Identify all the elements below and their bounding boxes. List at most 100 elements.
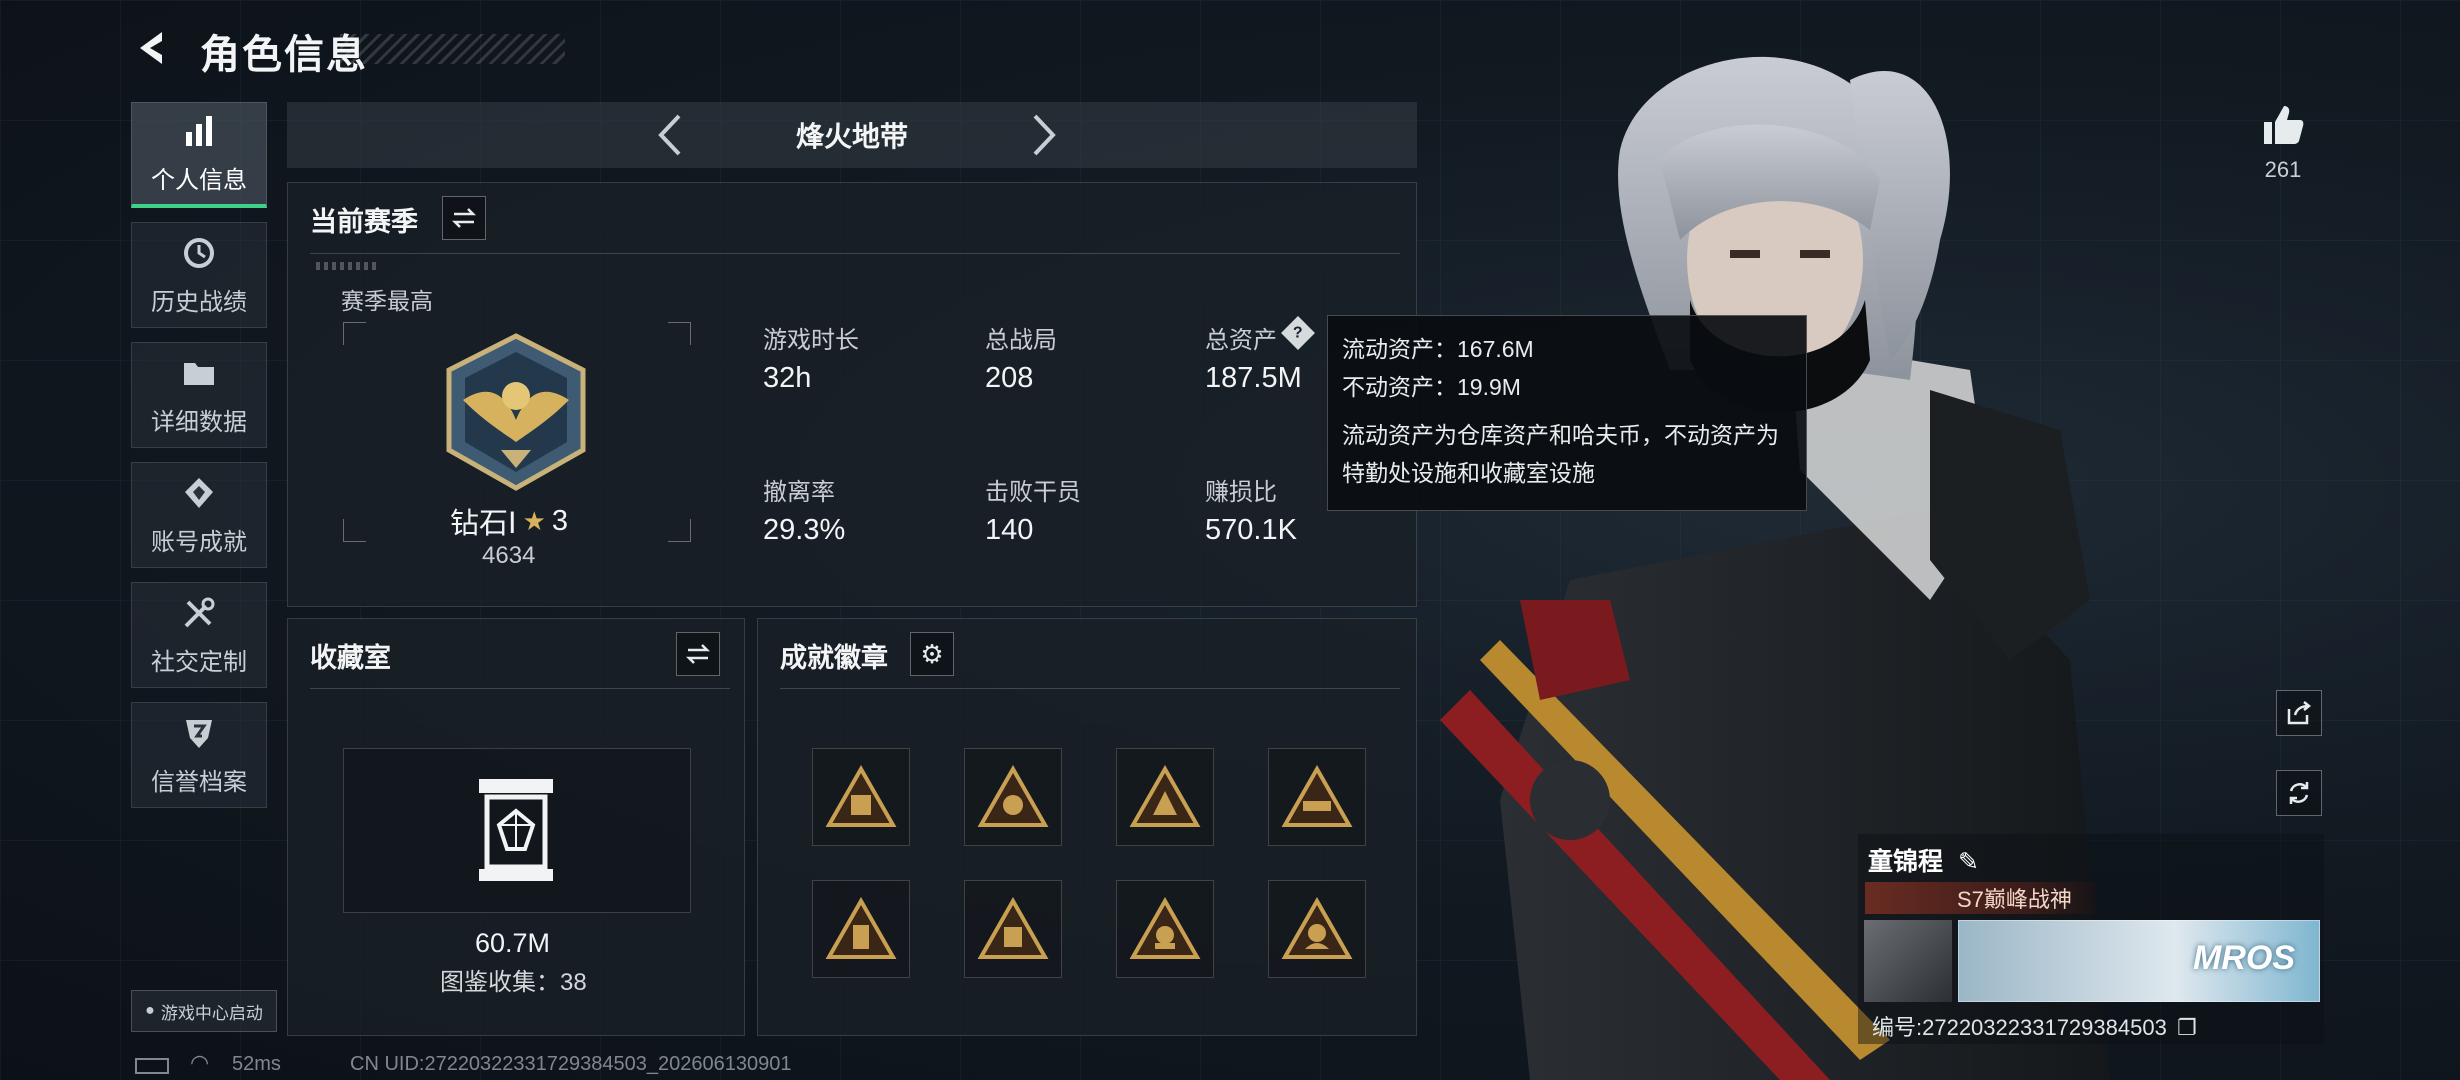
nav-item-label: 个人信息	[151, 167, 247, 194]
mode-selector: 烽火地带	[287, 102, 1417, 168]
nav-item-label: 账号成就	[151, 528, 247, 556]
vault-icon	[479, 779, 553, 881]
swap-icon	[685, 644, 711, 664]
badge-triangle-icon	[977, 897, 1049, 959]
nav-item-label: 社交定制	[151, 648, 247, 676]
player-name-text: 童锦程	[1868, 848, 1944, 876]
uid-text: CN UID:272203223317293845​03_20260613090…	[350, 1053, 792, 1075]
badges-divider	[780, 688, 1400, 689]
swap-icon	[451, 208, 477, 228]
player-title-badge: S7巅峰战神	[1865, 882, 2095, 914]
chevron-left-icon[interactable]	[647, 110, 697, 160]
stat-value-kills: 140	[985, 514, 1034, 546]
launch-label: 游戏中心启动	[160, 1003, 263, 1023]
divider-marks	[316, 262, 376, 270]
nav-item-label: 信誉档案	[151, 768, 247, 796]
achievement-badge[interactable]	[1268, 748, 1366, 846]
name-card-logo: MROS	[2193, 939, 2295, 977]
battery-icon	[135, 1058, 169, 1074]
diamond-rank-emblem-icon	[446, 333, 586, 491]
collection-count: 图鉴收集：38	[440, 969, 587, 996]
bar-chart-icon	[186, 116, 212, 146]
badge-triangle-icon	[1281, 897, 1353, 959]
title-decoration	[340, 34, 565, 64]
season-divider	[310, 253, 1400, 254]
achievement-badge[interactable]	[1116, 880, 1214, 978]
achievement-badge[interactable]	[812, 748, 910, 846]
nav-item-details[interactable]: 详细数据	[131, 342, 267, 448]
achievement-badge[interactable]	[1116, 748, 1214, 846]
achievement-badge[interactable]	[964, 880, 1062, 978]
edit-icon[interactable]: ✎	[1958, 848, 1979, 876]
gear-icon: ⚙	[920, 638, 944, 669]
name-card[interactable]: MROS	[1958, 920, 2320, 1002]
back-arrow-icon[interactable]	[132, 26, 176, 70]
share-button[interactable]	[2276, 690, 2322, 736]
share-icon	[2287, 701, 2312, 725]
stat-label-matches: 总战局	[985, 327, 1057, 354]
stat-value-profit-ratio: 570.1K	[1205, 514, 1297, 546]
refresh-button[interactable]	[2276, 770, 2322, 816]
card-row: MROS	[1864, 920, 2322, 1002]
stat-label-total-assets: 总资产	[1205, 327, 1277, 354]
stat-value-playtime: 32h	[763, 362, 812, 394]
history-icon	[184, 237, 214, 268]
achievement-badge[interactable]	[964, 748, 1062, 846]
wifi-icon: ◠	[190, 1050, 210, 1075]
mode-name: 烽火地带	[795, 121, 908, 152]
rank-name: 钻石Ⅰ	[450, 508, 517, 540]
collection-title: 收藏室	[310, 643, 391, 673]
copy-icon[interactable]: ❐	[2177, 1015, 2197, 1040]
nav-item-reputation[interactable]: 信誉档案	[131, 702, 267, 808]
badge-triangle-icon	[825, 897, 897, 959]
player-id: 编号:272203223317293845​03 ❐	[1872, 1010, 2197, 1042]
shield-icon	[186, 719, 212, 748]
player-id-text: 编号:272203223317293845​03	[1872, 1015, 2167, 1040]
nav-item-label: 历史战绩	[151, 288, 247, 316]
badges-settings-button[interactable]: ⚙	[910, 632, 954, 676]
collection-divider	[310, 688, 730, 689]
side-nav: 个人信息 历史战绩 详细数据 账号成就 社交定制 信誉档案	[131, 102, 269, 822]
badges-title: 成就徽章	[780, 643, 888, 673]
stat-label-playtime: 游戏时长	[763, 327, 859, 354]
season-switch-button[interactable]	[442, 196, 486, 240]
nav-item-achievements[interactable]: 账号成就	[131, 462, 267, 568]
season-title: 当前赛季	[310, 207, 418, 237]
refresh-icon	[2289, 782, 2309, 804]
stat-value-extract-rate: 29.3%	[763, 514, 846, 546]
avatar[interactable]	[1864, 920, 1952, 1002]
rank-stars: 3	[551, 504, 569, 537]
ping: 52ms	[232, 1053, 281, 1075]
stat-value-matches: 208	[985, 362, 1034, 394]
like-count: 261	[2264, 157, 2302, 182]
star-icon: ★	[522, 505, 546, 536]
stat-label-extract-rate: 撤离率	[763, 479, 835, 506]
game-center-launch-button[interactable]: ● 游戏中心启动	[131, 990, 277, 1032]
badge-triangle-icon	[1129, 897, 1201, 959]
player-name: 童锦程 ✎	[1868, 842, 1979, 878]
tools-icon	[184, 597, 215, 627]
achievement-badge[interactable]	[812, 880, 910, 978]
stat-label-kills: 击败干员	[985, 479, 1081, 506]
tooltip-fixed-assets: 不动资产：19.9M	[1342, 374, 1521, 400]
collection-switch-button[interactable]	[676, 632, 720, 676]
badge-triangle-icon	[1129, 765, 1201, 827]
player-title-text: S7巅峰战神	[1957, 887, 2072, 912]
achievement-icon	[185, 477, 213, 508]
nav-item-label: 详细数据	[151, 408, 247, 436]
nav-item-social[interactable]: 社交定制	[131, 582, 267, 688]
tooltip-liquid-assets: 流动资产：167.6M	[1342, 336, 1534, 362]
thumbs-up-icon[interactable]	[2258, 100, 2308, 150]
stat-value-total-assets: 187.5M	[1205, 362, 1302, 394]
badge-triangle-icon	[1281, 765, 1353, 827]
collection-value: 60.7M	[475, 928, 551, 958]
chevron-right-icon[interactable]	[1017, 110, 1067, 160]
tooltip-description: 流动资产为仓库资产和哈夫币，不动资产为特勤处设施和收藏室设施	[1342, 422, 1779, 486]
badge-triangle-icon	[825, 765, 897, 827]
achievement-badge[interactable]	[1268, 880, 1366, 978]
nav-item-history[interactable]: 历史战绩	[131, 222, 267, 328]
penguin-icon: ●	[145, 1002, 155, 1019]
assets-tooltip: 流动资产：167.6M 不动资产：19.9M 流动资产为仓库资产和哈夫币，不动资…	[1327, 315, 1807, 511]
nav-item-profile[interactable]: 个人信息	[131, 102, 267, 208]
rank-label: 钻石Ⅰ ★ 3	[450, 500, 568, 542]
